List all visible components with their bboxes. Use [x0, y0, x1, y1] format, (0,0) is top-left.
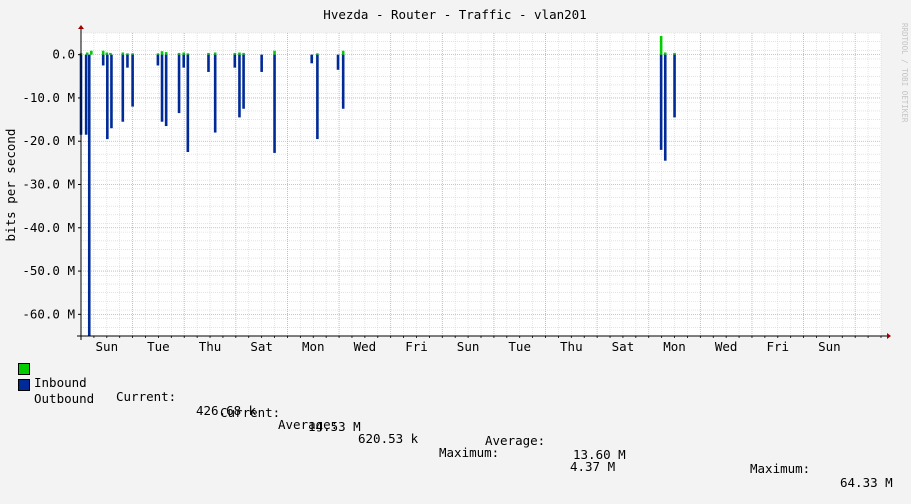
- outbound-area-mark: [316, 54, 319, 140]
- x-tick-label: Thu: [560, 339, 583, 354]
- inbound-area-mark: [242, 52, 245, 55]
- legend-outbound-average-label: Average:: [485, 433, 546, 448]
- outbound-area-mark: [663, 54, 667, 161]
- outbound-area-mark: [310, 54, 314, 64]
- inbound-area-mark: [156, 53, 160, 55]
- outbound-area-mark: [164, 54, 168, 127]
- legend-inbound-maximum-label: Maximum:: [439, 445, 500, 460]
- x-tick-label: Sun: [96, 339, 119, 354]
- y-axis-arrow: [78, 25, 84, 29]
- inbound-area-mark: [341, 50, 345, 55]
- outbound-area-mark: [126, 54, 129, 68]
- outbound-area-mark: [182, 54, 186, 68]
- x-tick-label: Fri: [766, 339, 789, 354]
- inbound-area-mark: [105, 52, 109, 55]
- inbound-area-mark: [673, 52, 676, 55]
- y-tick-label: 0.0: [52, 47, 75, 62]
- x-tick-label: Mon: [663, 339, 686, 354]
- inbound-area-mark: [233, 52, 237, 55]
- x-tick-label: Tue: [508, 339, 531, 354]
- y-tick-label: -30.0 M: [22, 177, 75, 192]
- legend-outbound-maximum: 64.33 M: [840, 475, 893, 490]
- chart-title: Hvezda - Router - Traffic - vlan201: [323, 7, 586, 22]
- y-tick-labels: 0.0 -10.0 M -20.0 M -30.0 M -40.0 M -50.0 M -6…: [22, 47, 75, 322]
- rrd-graph: Hvezda - Router - Traffic - vlan201 RRDT…: [0, 0, 911, 490]
- legend-inbound-maximum: 4.37 M: [569, 459, 616, 474]
- legend-outbound-average: 13.60 M: [573, 447, 626, 462]
- x-tick-label: Tue: [147, 339, 170, 354]
- inbound-area-mark: [182, 52, 186, 55]
- inbound-area-mark: [186, 53, 190, 55]
- outbound-area-mark: [84, 54, 88, 135]
- y-tick-label: -40.0 M: [22, 220, 75, 235]
- x-tick-label: Sat: [250, 339, 273, 354]
- outbound-area-mark: [131, 54, 134, 107]
- inbound-area-mark: [659, 36, 663, 55]
- outbound-area-mark: [101, 54, 105, 66]
- inbound-area-mark: [131, 53, 134, 55]
- inbound-area-mark: [663, 52, 667, 55]
- watermark: RRDTOOL / TOBI OETIKER: [900, 23, 909, 123]
- outbound-area-mark: [242, 54, 245, 109]
- inbound-area-mark: [164, 52, 168, 55]
- outbound-area-mark: [160, 54, 164, 122]
- outbound-area-mark: [110, 54, 113, 129]
- legend-inbound-average: 620.53 k: [358, 431, 419, 446]
- inbound-area-mark: [316, 53, 319, 55]
- outbound-area-mark: [341, 54, 345, 109]
- outbound-area-mark: [106, 54, 109, 140]
- inbound-area-mark: [177, 52, 181, 55]
- legend-outbound-current-label: Current:: [220, 405, 281, 420]
- inbound-area-mark: [85, 52, 89, 55]
- x-tick-label: Sat: [612, 339, 635, 354]
- x-tick-label: Wed: [715, 339, 738, 354]
- outbound-area-mark: [336, 54, 340, 70]
- outbound-area-mark: [273, 54, 276, 153]
- inbound-area-mark: [213, 52, 217, 55]
- inbound-area-mark: [126, 53, 129, 55]
- inbound-area-mark: [160, 51, 164, 55]
- outbound-area-mark: [177, 54, 181, 114]
- inbound-area-mark: [90, 50, 93, 55]
- legend-outbound-current: 14.53 M: [308, 419, 361, 434]
- outbound-area-mark: [87, 54, 91, 336]
- outbound-area-mark: [213, 54, 217, 133]
- x-tick-label: Mon: [302, 339, 325, 354]
- y-axis-label: bits per second: [3, 129, 18, 242]
- y-tick-label: -60.0 M: [22, 306, 75, 321]
- legend-outbound: Outbound Current: 14.53 M Average: 13.60…: [18, 378, 893, 504]
- y-tick-label: -10.0 M: [22, 90, 75, 105]
- y-tick-label: -20.0 M: [22, 133, 75, 148]
- inbound-area-mark: [238, 52, 241, 55]
- outbound-area-mark: [121, 54, 125, 122]
- y-tick-label: -50.0 M: [22, 263, 75, 278]
- outbound-area-mark: [207, 54, 210, 72]
- outbound-area-mark: [186, 54, 190, 153]
- outbound-area-mark: [673, 54, 676, 118]
- legend-outbound-name: Outbound: [34, 391, 95, 406]
- legend-inbound-current-label: Current:: [116, 389, 177, 404]
- outbound-area-mark: [233, 54, 237, 68]
- inbound-area-mark: [207, 52, 210, 55]
- traffic-chart: Hvezda - Router - Traffic - vlan201 RRDT…: [3, 7, 909, 354]
- inbound-area-mark: [109, 52, 112, 55]
- x-tick-label: Sun: [457, 339, 480, 354]
- x-tick-label: Wed: [354, 339, 377, 354]
- inbound-area-mark: [273, 50, 276, 55]
- x-tick-label: Thu: [199, 339, 222, 354]
- outbound-area-mark: [156, 54, 160, 66]
- x-tick-label: Sun: [818, 339, 841, 354]
- x-axis-arrow: [887, 333, 891, 339]
- outbound-area-mark: [260, 54, 263, 72]
- outbound-area-mark: [238, 54, 241, 118]
- x-tick-label: Fri: [405, 339, 428, 354]
- inbound-area-mark: [101, 50, 105, 55]
- legend-outbound-maximum-label: Maximum:: [750, 461, 811, 476]
- inbound-area-mark: [121, 52, 125, 55]
- x-tick-labels: Sun Tue Thu Sat Mon Wed Fri Sun Tue Thu Sat Mon Wed F…: [96, 339, 841, 354]
- outbound-area-mark: [659, 54, 663, 150]
